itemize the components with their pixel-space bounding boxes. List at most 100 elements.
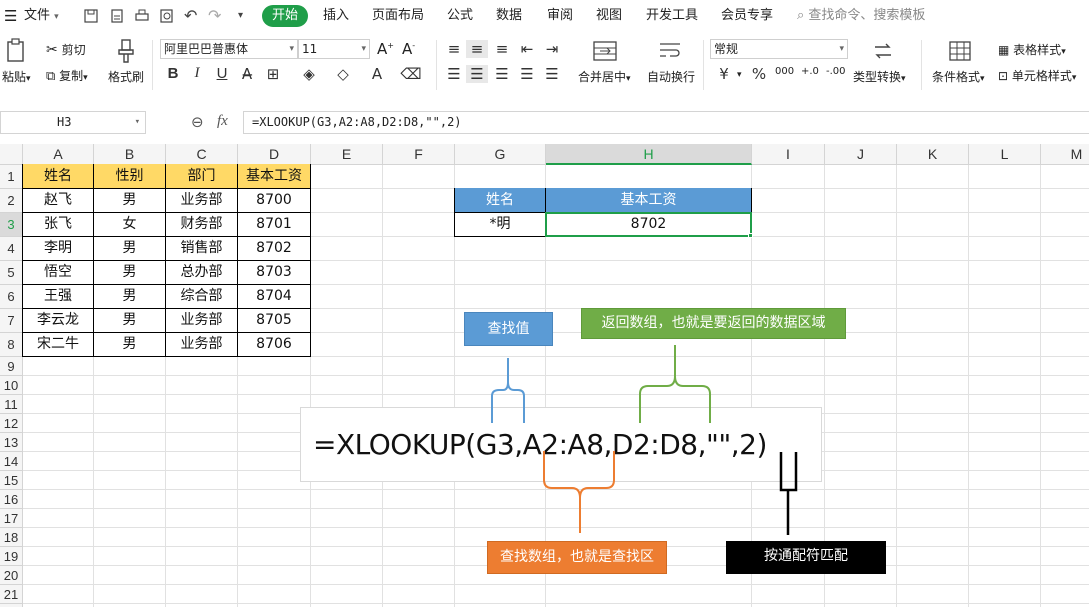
save-icon[interactable] [84, 9, 98, 23]
table-cell[interactable]: 8700 [238, 188, 311, 213]
column-header-l[interactable]: L [969, 144, 1041, 165]
column-header-d[interactable]: D [238, 144, 311, 165]
table-cell[interactable]: 业务部 [166, 188, 238, 213]
cell-style-button[interactable]: ⊡ 单元格样式▾ [998, 67, 1076, 84]
lookup-header-cell[interactable]: 基本工资 [546, 188, 752, 213]
row-header-6[interactable]: 6 [0, 285, 23, 309]
copy-button[interactable]: ⧉ 复制▾ [46, 67, 88, 84]
export-pdf-icon[interactable] [110, 9, 124, 23]
table-cell[interactable]: 赵飞 [23, 188, 94, 213]
table-cell[interactable]: 综合部 [166, 284, 238, 309]
file-menu[interactable]: 文件 ▾ [24, 0, 59, 32]
column-header-i[interactable]: I [752, 144, 825, 165]
table-cell[interactable]: 8701 [238, 212, 311, 237]
column-header-j[interactable]: J [825, 144, 897, 165]
tab-review[interactable]: 审阅 [547, 0, 573, 32]
tab-insert[interactable]: 插入 [323, 0, 349, 32]
hamburger-menu-icon[interactable]: ☰ [4, 0, 17, 32]
decrease-indent-icon[interactable]: ⇤ [516, 40, 538, 58]
zoom-icon[interactable]: ⊖ [191, 113, 204, 131]
table-cell[interactable]: 男 [94, 284, 166, 309]
table-header-cell[interactable]: 姓名 [23, 164, 94, 189]
format-painter-button[interactable]: 格式刷 [108, 68, 144, 85]
print-preview-icon[interactable] [160, 9, 174, 23]
table-cell[interactable]: 8705 [238, 308, 311, 333]
paste-button[interactable]: 粘贴▾ [2, 68, 31, 85]
table-cell[interactable]: 张飞 [23, 212, 94, 237]
align-left-icon[interactable]: ☰ [443, 65, 465, 83]
text-color-icon[interactable]: A [366, 65, 388, 83]
column-header-c[interactable]: C [166, 144, 238, 165]
fill-handle[interactable] [748, 233, 753, 238]
merge-center-button[interactable]: 合并居中▾ [578, 68, 631, 85]
table-header-cell[interactable]: 性别 [94, 164, 166, 189]
paste-icon[interactable] [5, 38, 29, 64]
decrease-decimal-button[interactable]: -.00 [826, 66, 846, 77]
row-header-14[interactable]: 14 [0, 452, 23, 471]
row-header-1[interactable]: 1 [0, 165, 23, 189]
borders-icon[interactable]: ⊞ [262, 65, 284, 83]
chevron-down-icon[interactable]: ▾ [737, 70, 742, 80]
fx-button[interactable]: fx [217, 113, 228, 130]
eraser-icon[interactable]: ⌫ [400, 65, 422, 83]
align-top-icon[interactable]: ≡ [443, 40, 465, 58]
column-header-b[interactable]: B [94, 144, 166, 165]
row-header-10[interactable]: 10 [0, 376, 23, 395]
table-header-cell[interactable]: 部门 [166, 164, 238, 189]
increase-indent-icon[interactable]: ⇥ [541, 40, 563, 58]
table-cell[interactable]: 女 [94, 212, 166, 237]
tab-formula[interactable]: 公式 [447, 0, 473, 32]
row-header-7[interactable]: 7 [0, 309, 23, 333]
table-cell[interactable]: 业务部 [166, 308, 238, 333]
table-cell[interactable]: 总办部 [166, 260, 238, 285]
row-header-4[interactable]: 4 [0, 237, 23, 261]
justify-icon[interactable]: ☰ [516, 65, 538, 83]
column-header-e[interactable]: E [311, 144, 383, 165]
table-cell[interactable]: 8703 [238, 260, 311, 285]
redo-icon[interactable]: ↷ [208, 0, 221, 32]
column-header-m[interactable]: M [1041, 144, 1089, 165]
select-all-corner[interactable] [0, 144, 23, 165]
more-chevron-icon[interactable]: ▾ [238, 0, 243, 32]
table-style-button[interactable]: ▦ 表格样式▾ [998, 41, 1066, 58]
underline-button[interactable]: U [211, 65, 233, 82]
table-cell[interactable]: 8702 [238, 236, 311, 261]
lookup-input-cell[interactable]: *明 [455, 212, 546, 237]
row-header-15[interactable]: 15 [0, 471, 23, 490]
tab-developer[interactable]: 开发工具 [646, 0, 698, 32]
table-cell[interactable]: 李明 [23, 236, 94, 261]
formula-input[interactable]: =XLOOKUP(G3,A2:A8,D2:D8,"",2) [243, 111, 1089, 134]
row-header-2[interactable]: 2 [0, 189, 23, 213]
search-box[interactable]: ⌕ 查找命令、搜索模板 [797, 0, 925, 32]
percent-button[interactable]: % [748, 65, 770, 83]
row-header-13[interactable]: 13 [0, 433, 23, 452]
font-name-select[interactable]: 阿里巴巴普惠体 ▾ [160, 39, 298, 59]
cut-button[interactable]: ✂ 剪切 [46, 41, 86, 58]
row-header-5[interactable]: 5 [0, 261, 23, 285]
brush-icon[interactable] [114, 38, 138, 64]
table-header-cell[interactable]: 基本工资 [238, 164, 311, 189]
align-middle-icon[interactable]: ≡ [466, 40, 488, 58]
column-header-h[interactable]: H [546, 144, 752, 165]
tab-view[interactable]: 视图 [596, 0, 622, 32]
grow-font-button[interactable]: A+ [377, 40, 394, 58]
table-cell[interactable]: 销售部 [166, 236, 238, 261]
row-header-11[interactable]: 11 [0, 395, 23, 414]
table-cell[interactable]: 李云龙 [23, 308, 94, 333]
row-header-19[interactable]: 19 [0, 547, 23, 566]
thousands-button[interactable]: 000 [775, 66, 794, 77]
row-header-17[interactable]: 17 [0, 509, 23, 528]
row-header-18[interactable]: 18 [0, 528, 23, 547]
table-cell[interactable]: 悟空 [23, 260, 94, 285]
font-size-select[interactable]: 11 ▾ [298, 39, 370, 59]
table-cell[interactable]: 男 [94, 308, 166, 333]
tab-page-layout[interactable]: 页面布局 [372, 0, 424, 32]
increase-decimal-button[interactable]: +.0 [801, 66, 819, 77]
table-cell[interactable]: 男 [94, 236, 166, 261]
align-center-icon[interactable]: ☰ [466, 65, 488, 83]
tab-home[interactable]: 开始 [262, 5, 308, 27]
column-header-g[interactable]: G [455, 144, 546, 165]
table-cell[interactable]: 王强 [23, 284, 94, 309]
font-color-icon[interactable]: ◇ [332, 65, 354, 83]
column-header-k[interactable]: K [897, 144, 969, 165]
